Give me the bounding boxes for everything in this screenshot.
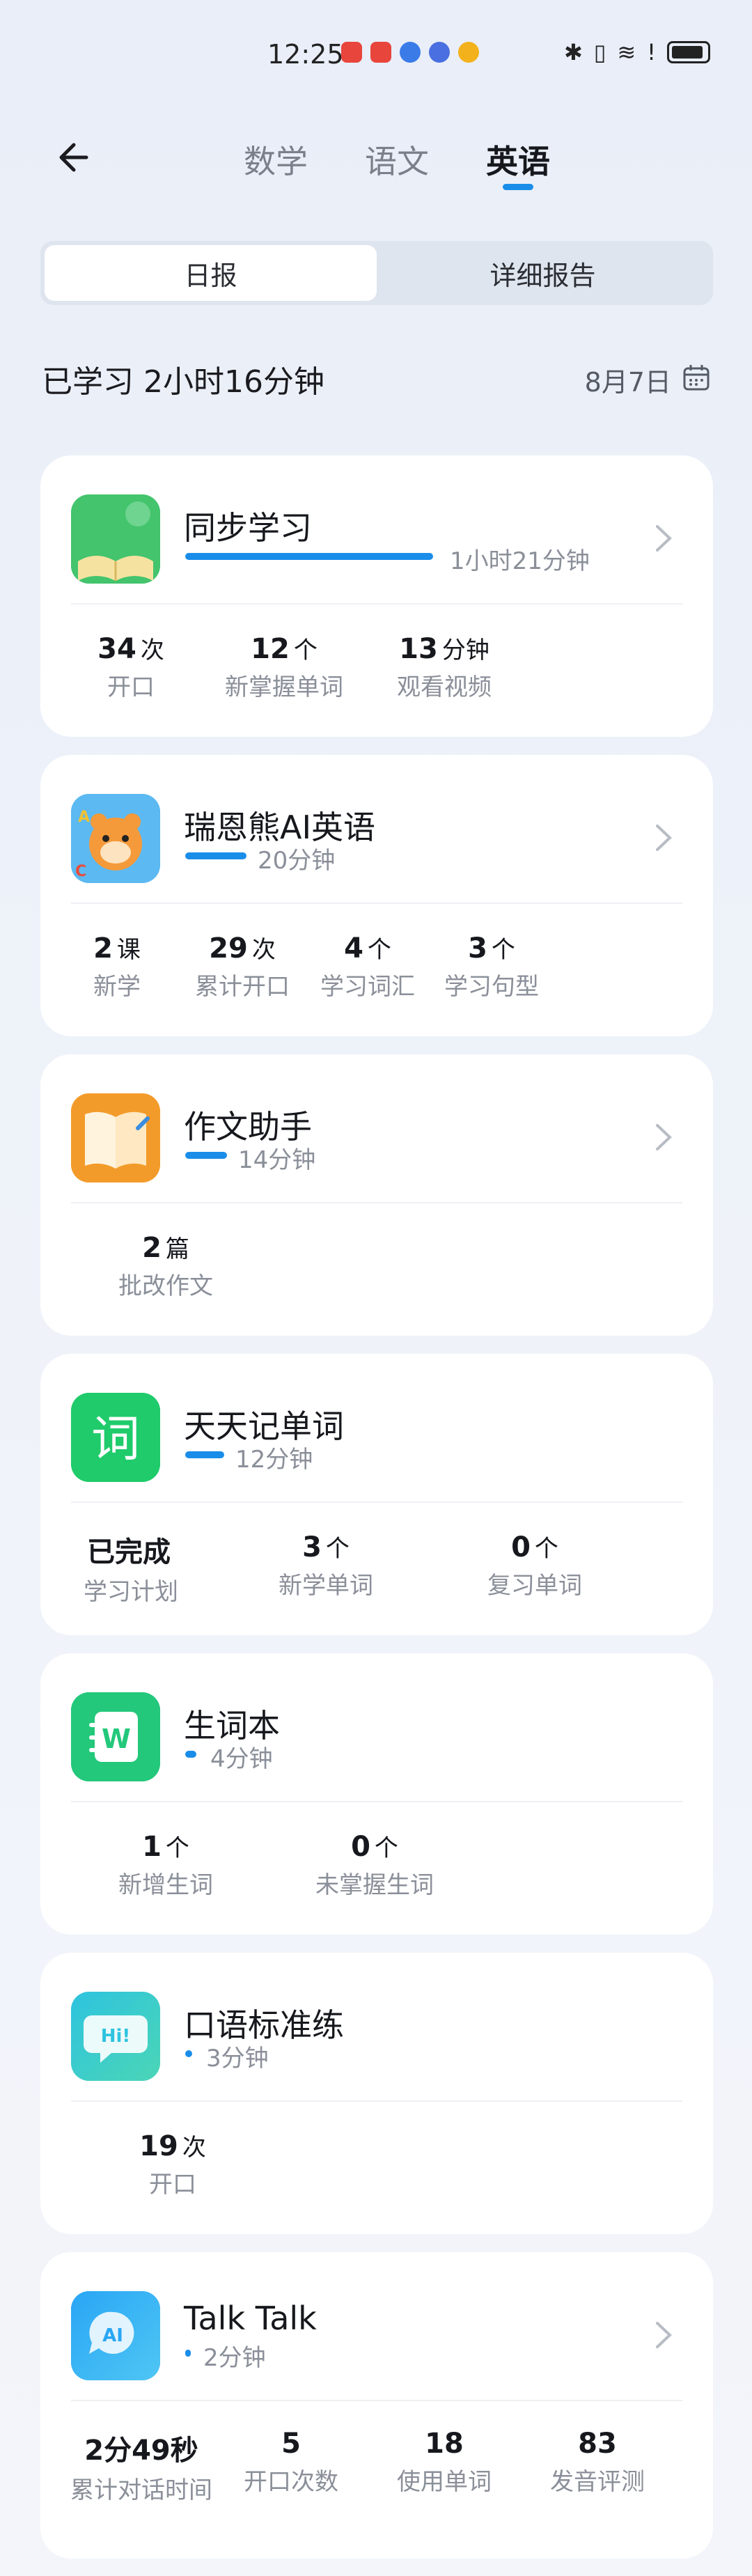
chevron-right-icon[interactable] [653, 822, 674, 854]
tab-english[interactable]: 英语 [486, 136, 550, 182]
app-title: 同步学习 [184, 509, 312, 547]
system-icons: ✱ ▯ ≋ ! [564, 39, 710, 65]
stat-item: 2分49秒 累计对话时间 [70, 2435, 212, 2504]
time-progress-bar [185, 553, 433, 560]
chevron-right-icon[interactable] [653, 2319, 674, 2351]
app-notification-icon [370, 42, 391, 63]
wifi-icon: ≋ [617, 39, 636, 65]
study-time-summary: 已学习 2小时16分钟 [42, 364, 324, 400]
app-card-daily-words[interactable]: 词 天天记单词 12分钟 已完成 学习计划 3个 新学单词 0个 复习单词 [40, 1354, 713, 1635]
divider [71, 603, 682, 604]
daily-words-app-icon: 词 [71, 1393, 160, 1482]
stat-item: 4个 学习词汇 [320, 932, 415, 1001]
app-card-oral-practice[interactable]: Hi! 口语标准练 3分钟 19 次 开口 [40, 1953, 713, 2234]
status-bar: 12:25 ✱ ▯ ≋ ! [0, 0, 752, 111]
app-card-ryan-bear[interactable]: A C 瑞恩熊AI英语 20分钟 2课 新学 29 次 累计开口 4个 学习词汇 … [40, 755, 713, 1036]
app-title: Talk Talk [184, 2300, 317, 2337]
time-progress-bar [185, 1152, 227, 1159]
time-progress-bar [185, 1451, 224, 1458]
app-duration: 12分钟 [235, 1446, 313, 1474]
stat-item: 3个 新学单词 [279, 1531, 373, 1600]
divider [71, 2400, 682, 2401]
divider [71, 903, 682, 904]
svg-text:AI: AI [102, 2325, 123, 2346]
divider [71, 1501, 682, 1503]
time-progress-bar [185, 852, 246, 859]
app-duration: 3分钟 [206, 2045, 269, 2072]
svg-text:A: A [78, 809, 90, 826]
stat-item: 18 使用单词 [397, 2428, 492, 2496]
app-card-sync-study[interactable]: 同步学习 1小时21分钟 34 次 开口 12 个 新掌握单词 13 分钟 观看视频 [40, 455, 713, 737]
time-progress-bar [185, 2050, 192, 2057]
app-card-vocab-book[interactable]: W 生词本 4分钟 1个 新增生词 0个 未掌握生词 [40, 1653, 713, 1935]
stat-item: 0个 复习单词 [487, 1531, 582, 1600]
status-time: 12:25 [267, 39, 344, 70]
divider [71, 1202, 682, 1203]
app-notification-icon [429, 42, 450, 63]
oral-practice-app-icon: Hi! [71, 1992, 160, 2081]
svg-text:词: 词 [91, 1410, 140, 1467]
stat-item: 5 开口次数 [244, 2428, 338, 2496]
svg-text:W: W [102, 1724, 131, 1754]
app-notification-icon [341, 42, 362, 63]
stat-item: 3个 学习句型 [444, 932, 539, 1001]
app-duration: 2分钟 [203, 2344, 266, 2372]
report-date[interactable]: 8月7日 [585, 361, 671, 399]
essay-assistant-app-icon [71, 1093, 160, 1182]
app-card-essay-assistant[interactable]: 作文助手 14分钟 2篇 批改作文 [40, 1054, 713, 1336]
stat-item: 12 个 新掌握单词 [225, 633, 343, 701]
active-tab-indicator [503, 184, 533, 190]
chevron-right-icon[interactable] [653, 522, 674, 554]
subject-tabs: 数学 语文 英语 [0, 136, 752, 199]
chevron-right-icon[interactable] [653, 1121, 674, 1153]
notification-icons [341, 42, 479, 63]
detail-report-button[interactable]: 详细报告 [377, 245, 709, 301]
daily-report-button[interactable]: 日报 [45, 245, 377, 301]
app-duration: 14分钟 [238, 1146, 316, 1174]
stat-item: 2篇 批改作文 [118, 1232, 213, 1300]
alert-icon: ! [647, 39, 656, 65]
vibrate-icon: ▯ [593, 39, 606, 65]
stat-item: 83 发音评测 [550, 2428, 645, 2496]
stat-item: 13 分钟 观看视频 [397, 633, 492, 701]
app-duration: 4分钟 [210, 1745, 273, 1773]
calendar-icon[interactable] [682, 364, 710, 391]
stat-item: 34 次 开口 [97, 633, 164, 701]
tab-chinese[interactable]: 语文 [365, 136, 429, 182]
svg-text:C: C [75, 863, 86, 880]
app-duration: 20分钟 [258, 847, 336, 875]
bluetooth-icon: ✱ [563, 39, 583, 65]
time-progress-bar [185, 2350, 191, 2357]
battery-icon [667, 41, 710, 63]
app-notification-icon [400, 42, 421, 63]
divider [71, 1801, 682, 1802]
stat-item: 已完成 学习计划 [84, 1536, 178, 1606]
svg-text:Hi!: Hi! [101, 2026, 131, 2047]
divider [71, 2100, 682, 2102]
ryan-bear-app-icon: A C [71, 794, 160, 883]
report-type-switch: 日报 详细报告 [40, 241, 713, 305]
sync-study-app-icon [71, 494, 160, 584]
tab-math[interactable]: 数学 [244, 136, 308, 182]
time-progress-bar [185, 1751, 196, 1758]
stat-item: 0个 未掌握生词 [315, 1831, 434, 1899]
vocab-book-app-icon: W [71, 1692, 160, 1781]
app-duration: 1小时21分钟 [450, 547, 590, 575]
stat-item: 2课 新学 [93, 932, 141, 1001]
stat-item: 29 次 累计开口 [195, 932, 290, 1001]
app-card-talk-talk[interactable]: AI Talk Talk 2分钟 2分49秒 累计对话时间 5 开口次数 18 … [40, 2252, 713, 2559]
stat-item: 19 次 开口 [139, 2130, 206, 2199]
talk-talk-app-icon: AI [71, 2291, 160, 2380]
stat-item: 1个 新增生词 [118, 1831, 213, 1899]
weibo-icon [458, 42, 479, 63]
